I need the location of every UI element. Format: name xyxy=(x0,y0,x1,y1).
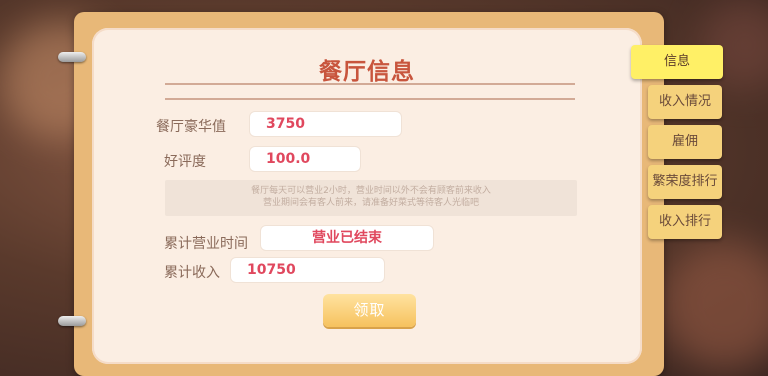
info-panel: 餐厅信息 餐厅豪华值 3750 好评度 100.0 餐厅每天可以营业2小时，营业… xyxy=(92,28,642,364)
tab-income[interactable]: 收入情况 xyxy=(648,85,722,119)
income-value: 10750 xyxy=(230,257,385,283)
income-label: 累计收入 xyxy=(164,265,220,281)
rating-label: 好评度 xyxy=(164,154,206,170)
tab-income-rank[interactable]: 收入排行 xyxy=(648,205,722,239)
tab-prosperity-rank[interactable]: 繁荣度排行 xyxy=(648,165,722,199)
note-line: 营业期间会有客人前来，请准备好菜式等待客人光临吧 xyxy=(262,198,479,208)
binder-ring xyxy=(58,316,86,326)
business-time-label: 累计营业时间 xyxy=(164,236,248,252)
luxury-value: 3750 xyxy=(249,111,402,137)
binder-ring xyxy=(58,52,86,62)
title-divider xyxy=(165,98,575,100)
panel-title: 餐厅信息 xyxy=(319,59,415,85)
business-time-value: 营业已结束 xyxy=(260,225,434,251)
tab-hire[interactable]: 雇佣 xyxy=(648,125,722,159)
business-hours-note: 餐厅每天可以营业2小时，营业时间以外不会有顾客前来收入 营业期间会有客人前来，请… xyxy=(165,180,577,216)
luxury-label: 餐厅豪华值 xyxy=(156,119,226,135)
tab-info[interactable]: 信息 xyxy=(631,45,723,79)
rating-value: 100.0 xyxy=(249,146,361,172)
note-line: 餐厅每天可以营业2小时，营业时间以外不会有顾客前来收入 xyxy=(251,186,491,196)
title-divider xyxy=(165,83,575,85)
claim-button[interactable]: 领取 xyxy=(323,294,416,327)
background-blur xyxy=(660,240,768,370)
